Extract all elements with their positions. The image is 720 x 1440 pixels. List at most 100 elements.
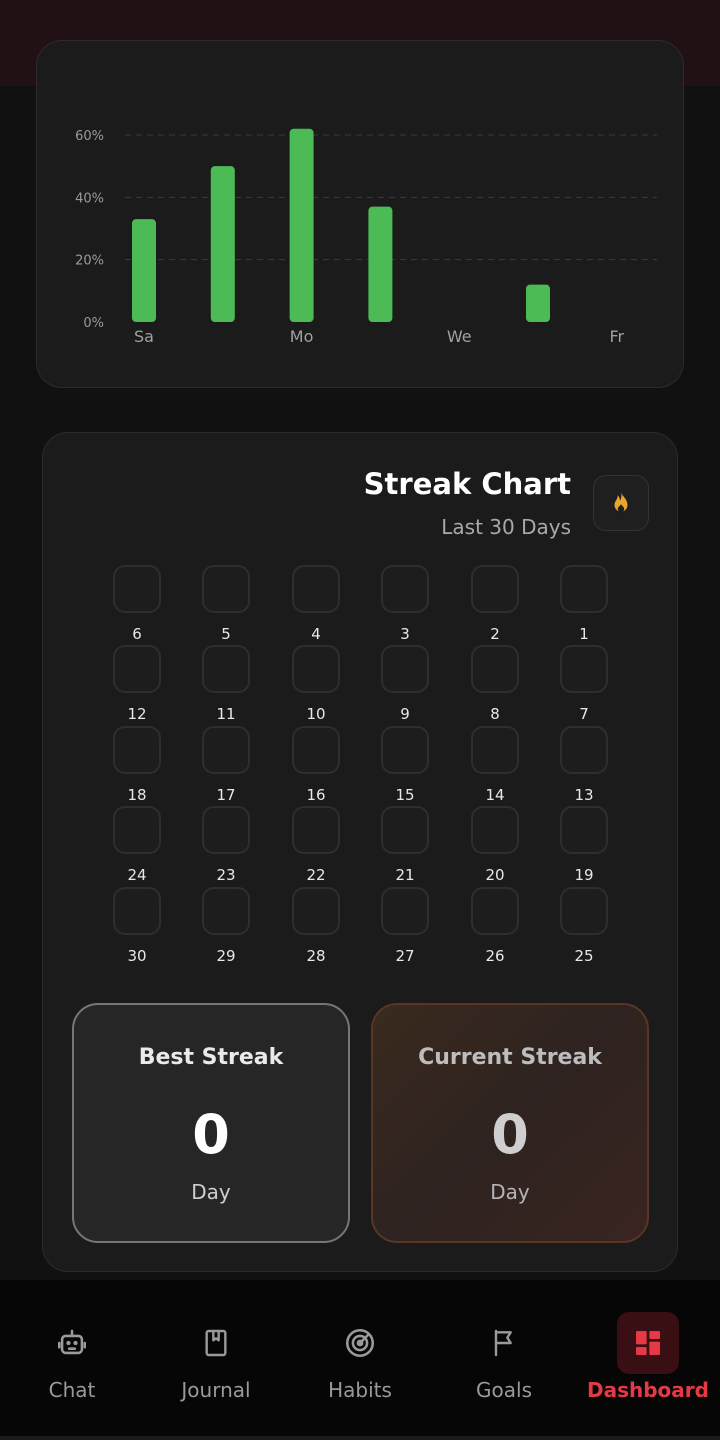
- streak-day-cell: 26: [465, 887, 525, 967]
- streak-day-number: 5: [221, 625, 231, 643]
- best-streak-card: Best Streak 0 Day: [72, 1003, 350, 1243]
- streak-day-cell: 22: [286, 806, 346, 886]
- streak-day-box: [113, 726, 161, 774]
- streak-day-box: [560, 565, 608, 613]
- streak-day-number: 10: [306, 705, 326, 723]
- dashboard-screen: 0% 20% 40% 60% Sa Mo We Fr Streak Chart Last 30…: [0, 0, 720, 1440]
- streak-day-box: [381, 806, 429, 854]
- streak-day-cell: 29: [196, 887, 256, 967]
- streak-day-number: 29: [216, 947, 236, 965]
- streak-day-cell: 15: [375, 726, 435, 806]
- streak-day-number: 6: [132, 625, 142, 643]
- streak-day-cell: 16: [286, 726, 346, 806]
- streak-day-number: 12: [127, 705, 147, 723]
- streak-day-number: 22: [306, 866, 326, 884]
- streak-day-cell: 25: [554, 887, 614, 967]
- streak-day-cell: 14: [465, 726, 525, 806]
- streak-day-cell: 24: [107, 806, 167, 886]
- bar-th: [526, 284, 550, 322]
- streak-day-cell: 23: [196, 806, 256, 886]
- best-streak-unit: Day: [191, 1180, 231, 1204]
- completion-chart-card: 0% 20% 40% 60% Sa Mo We Fr: [36, 40, 684, 388]
- streak-day-number: 2: [490, 625, 500, 643]
- book-icon: [205, 1329, 227, 1357]
- streak-day-number: 1: [579, 625, 589, 643]
- bottom-navigation: Chat Journal Habits Goals Dashboard: [0, 1280, 720, 1440]
- streak-day-box: [471, 645, 519, 693]
- nav-item-goals[interactable]: Goals: [432, 1310, 576, 1410]
- streak-day-box: [113, 565, 161, 613]
- nav-item-habits[interactable]: Habits: [288, 1310, 432, 1410]
- streak-day-number: 13: [574, 786, 594, 804]
- streak-day-cell: 3: [375, 565, 435, 645]
- streak-day-cell: 5: [196, 565, 256, 645]
- streak-day-cell: 11: [196, 645, 256, 725]
- streak-chart-card: Streak Chart Last 30 Days 6 5 4 3 2 1 12 11 10 9 8…: [42, 432, 678, 1272]
- streak-day-box: [560, 806, 608, 854]
- current-streak-unit: Day: [490, 1180, 530, 1204]
- x-tick-label: Fr: [609, 327, 624, 346]
- streak-day-number: 18: [127, 786, 147, 804]
- streak-day-number: 23: [216, 866, 236, 884]
- streak-day-box: [202, 565, 250, 613]
- streak-day-cell: 28: [286, 887, 346, 967]
- streak-day-number: 9: [400, 705, 410, 723]
- streak-day-number: 20: [485, 866, 505, 884]
- nav-label-dashboard: Dashboard: [587, 1378, 709, 1402]
- nav-label-chat: Chat: [48, 1378, 96, 1402]
- streak-day-cell: 1: [554, 565, 614, 645]
- streak-day-cell: 6: [107, 565, 167, 645]
- bar-su: [210, 166, 235, 322]
- streak-day-box: [560, 645, 608, 693]
- x-tick-label: Mo: [290, 327, 314, 346]
- completion-bar-chart: 0% 20% 40% 60% Sa Mo We Fr: [75, 128, 657, 346]
- streak-day-cell: 20: [465, 806, 525, 886]
- streak-day-number: 17: [216, 786, 236, 804]
- streak-day-number: 8: [490, 705, 500, 723]
- streak-day-cell: 10: [286, 645, 346, 725]
- streak-day-box: [292, 806, 340, 854]
- streak-day-box: [381, 887, 429, 935]
- target-icon: [345, 1328, 375, 1358]
- streak-day-cell: 9: [375, 645, 435, 725]
- nav-label-habits: Habits: [328, 1378, 392, 1402]
- y-tick-label: 20%: [75, 254, 104, 269]
- y-tick-label: 0%: [83, 316, 104, 331]
- streak-day-box: [381, 645, 429, 693]
- home-indicator: [0, 1436, 720, 1440]
- streak-day-cell: 4: [286, 565, 346, 645]
- streak-day-cell: 30: [107, 887, 167, 967]
- streak-day-number: 25: [574, 947, 594, 965]
- streak-day-box: [113, 887, 161, 935]
- streak-day-box: [381, 726, 429, 774]
- streak-day-cell: 8: [465, 645, 525, 725]
- streak-day-number: 26: [485, 947, 505, 965]
- y-tick-label: 60%: [75, 129, 104, 144]
- streak-day-cell: 27: [375, 887, 435, 967]
- nav-item-journal[interactable]: Journal: [144, 1310, 288, 1410]
- streak-day-cell: 7: [554, 645, 614, 725]
- nav-label-goals: Goals: [476, 1378, 532, 1402]
- streak-day-grid: 6 5 4 3 2 1 12 11 10 9 8 7 18 17 16 15 14 13 24 23 22 21 20 19 3…: [43, 433, 679, 993]
- streak-day-cell: 17: [196, 726, 256, 806]
- current-streak-label: Current Streak: [418, 1045, 602, 1070]
- streak-day-box: [202, 726, 250, 774]
- streak-day-cell: 13: [554, 726, 614, 806]
- streak-day-number: 24: [127, 866, 147, 884]
- current-streak-value: 0: [491, 1103, 529, 1166]
- streak-day-box: [381, 565, 429, 613]
- streak-day-number: 19: [574, 866, 594, 884]
- streak-day-box: [471, 887, 519, 935]
- nav-item-dashboard[interactable]: Dashboard: [576, 1310, 720, 1410]
- x-tick-label: We: [447, 327, 472, 346]
- nav-item-chat[interactable]: Chat: [0, 1310, 144, 1410]
- bar-mo: [289, 128, 314, 322]
- streak-day-cell: 21: [375, 806, 435, 886]
- streak-day-box: [471, 806, 519, 854]
- streak-day-number: 16: [306, 786, 326, 804]
- streak-day-cell: 19: [554, 806, 614, 886]
- streak-day-number: 4: [311, 625, 321, 643]
- streak-day-box: [471, 726, 519, 774]
- streak-day-number: 3: [400, 625, 410, 643]
- streak-day-cell: 18: [107, 726, 167, 806]
